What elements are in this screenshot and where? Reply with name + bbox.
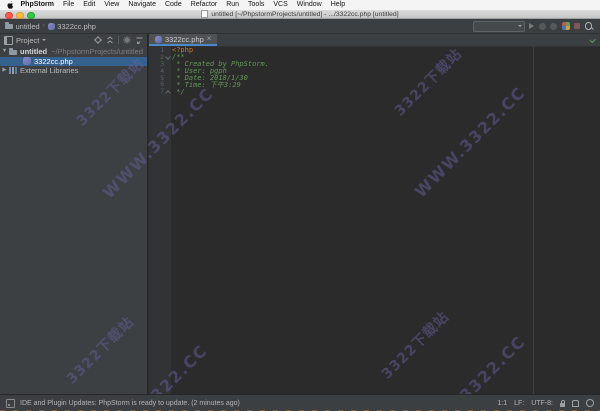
status-bar: IDE and Plugin Updates: PhpStorm is read… <box>0 394 600 411</box>
php-file-icon <box>155 35 162 43</box>
encoding-widget[interactable]: UTF-8: <box>531 400 553 407</box>
fold-marker-icon[interactable] <box>164 88 171 95</box>
menu-item-tools[interactable]: Tools <box>244 0 269 10</box>
menu-item-help[interactable]: Help <box>326 0 349 10</box>
project-tool-window: Project ▼ untitled ~/PhpstormProjects/unti… <box>0 34 148 394</box>
lock-icon[interactable] <box>560 399 565 407</box>
code-line[interactable]: 1 <?php <box>149 46 600 54</box>
phpstorm-window: PhpStorm File Edit View Navigate Code Refactor… <box>0 0 600 411</box>
project-panel-title: Project <box>16 35 40 45</box>
editor-tab-bar: 3322cc.php × <box>149 34 600 47</box>
tree-item-path: ~/PhpstormProjects/untitled <box>51 47 143 57</box>
editor-tab-label: 3322cc.php <box>165 34 204 44</box>
scroll-from-source-icon[interactable] <box>94 36 102 44</box>
minimize-window-button[interactable] <box>16 11 24 19</box>
close-window-button[interactable] <box>5 11 13 19</box>
breadcrumb-label: untitled <box>15 21 40 31</box>
lib-icon <box>9 67 17 75</box>
toolbar-divider <box>118 36 119 44</box>
debug-button[interactable] <box>538 22 546 30</box>
code-line[interactable]: 6 * Time: 下午3:29 <box>149 81 600 89</box>
status-message[interactable]: IDE and Plugin Updates: PhpStorm is read… <box>20 400 240 407</box>
php-file-icon <box>47 22 55 30</box>
chevron-right-icon: › <box>42 23 45 29</box>
editor-tab[interactable]: 3322cc.php × <box>149 34 218 46</box>
zoom-window-button[interactable] <box>27 11 35 19</box>
tree-item-label: External Libraries <box>20 66 79 76</box>
collapse-all-icon[interactable] <box>106 36 114 44</box>
search-everywhere-icon[interactable] <box>584 22 592 30</box>
stop-button[interactable] <box>574 23 580 29</box>
tree-item-label: untitled <box>20 47 48 57</box>
traffic-lights <box>5 11 35 19</box>
apple-menu-icon[interactable] <box>7 1 14 9</box>
tree-item-label: 3322cc.php <box>34 56 73 66</box>
menu-item-window[interactable]: Window <box>292 0 326 10</box>
right-margin-guide <box>533 47 534 394</box>
editor-gutter <box>149 47 171 394</box>
tool-window-switcher-icon[interactable] <box>6 398 15 408</box>
chevron-down-icon <box>42 39 47 43</box>
update-icon[interactable] <box>561 22 570 30</box>
fold-column <box>164 81 171 88</box>
close-tab-icon[interactable]: × <box>207 35 212 43</box>
menu-item-navigate[interactable]: Navigate <box>124 0 161 10</box>
coverage-button[interactable] <box>550 22 557 30</box>
line-separator-widget[interactable]: LF: <box>514 400 524 407</box>
menu-item-run[interactable]: Run <box>222 0 244 10</box>
fold-column <box>164 75 171 82</box>
inspector-icon[interactable] <box>586 399 594 407</box>
menu-item-file[interactable]: File <box>58 0 78 10</box>
menu-item-refactor[interactable]: Refactor <box>186 0 221 10</box>
document-proxy-icon <box>201 10 209 18</box>
fold-marker-icon[interactable] <box>164 54 171 61</box>
window-title-bar[interactable]: untitled [~/PhpstormProjects/untitled] -… <box>0 10 600 19</box>
project-view-selector[interactable]: Project <box>4 35 47 45</box>
menu-item-view[interactable]: View <box>100 0 124 10</box>
folder-icon <box>5 22 13 30</box>
menu-item-phpstorm[interactable]: PhpStorm <box>16 0 58 10</box>
main-toolbar: untitled › 3322cc.php <box>0 19 600 34</box>
code-editor[interactable]: 1 <?php 2/** 3 * Created by PhpStorm. 4 * Us… <box>149 46 600 394</box>
project-tree: ▼ untitled ~/PhpstormProjects/untitled 3322… <box>0 46 147 76</box>
menu-item-code[interactable]: Code <box>160 0 186 10</box>
tree-item-3322cc-php[interactable]: 3322cc.php <box>0 56 147 67</box>
fold-column <box>164 61 171 68</box>
expander-icon[interactable]: ▶ <box>0 66 9 75</box>
navigation-bar: untitled › 3322cc.php <box>0 22 96 31</box>
code-line[interactable]: 7 */ <box>149 87 600 96</box>
hide-panel-icon[interactable] <box>136 37 143 44</box>
php-icon <box>23 57 31 66</box>
macos-menu-bar: PhpStorm File Edit View Navigate Code Refactor… <box>0 0 600 10</box>
project-panel-icon <box>4 35 13 45</box>
menu-item-vcs[interactable]: VCS <box>269 0 292 10</box>
code-text: */ <box>172 87 185 96</box>
caret-position-widget[interactable]: 1:1 <box>497 400 507 407</box>
run-button[interactable] <box>529 23 534 29</box>
run-configuration-select[interactable] <box>472 20 525 32</box>
breadcrumb-file[interactable]: 3322cc.php <box>47 21 96 31</box>
breadcrumb-label: 3322cc.php <box>57 21 96 31</box>
project-panel-header: Project <box>0 34 147 46</box>
menu-item-edit[interactable]: Edit <box>79 0 100 10</box>
expander-icon[interactable]: ▼ <box>0 47 9 56</box>
tree-item-untitled[interactable]: ▼ untitled ~/PhpstormProjects/untitled <box>0 47 147 57</box>
inspection-status-icon[interactable] <box>589 36 596 43</box>
gear-icon[interactable] <box>123 36 132 44</box>
breadcrumb-project[interactable]: untitled <box>5 22 40 31</box>
editor-area: 3322cc.php × 1 <?php 2/** 3 * Created by Ph… <box>149 34 600 394</box>
line-number: 7 <box>160 88 164 96</box>
notifications-icon[interactable] <box>572 399 579 407</box>
folder-icon <box>9 48 17 56</box>
tree-item-external-libraries[interactable]: ▶ External Libraries <box>0 66 147 76</box>
fold-column <box>164 68 171 75</box>
window-title: untitled [~/PhpstormProjects/untitled] -… <box>211 10 399 18</box>
